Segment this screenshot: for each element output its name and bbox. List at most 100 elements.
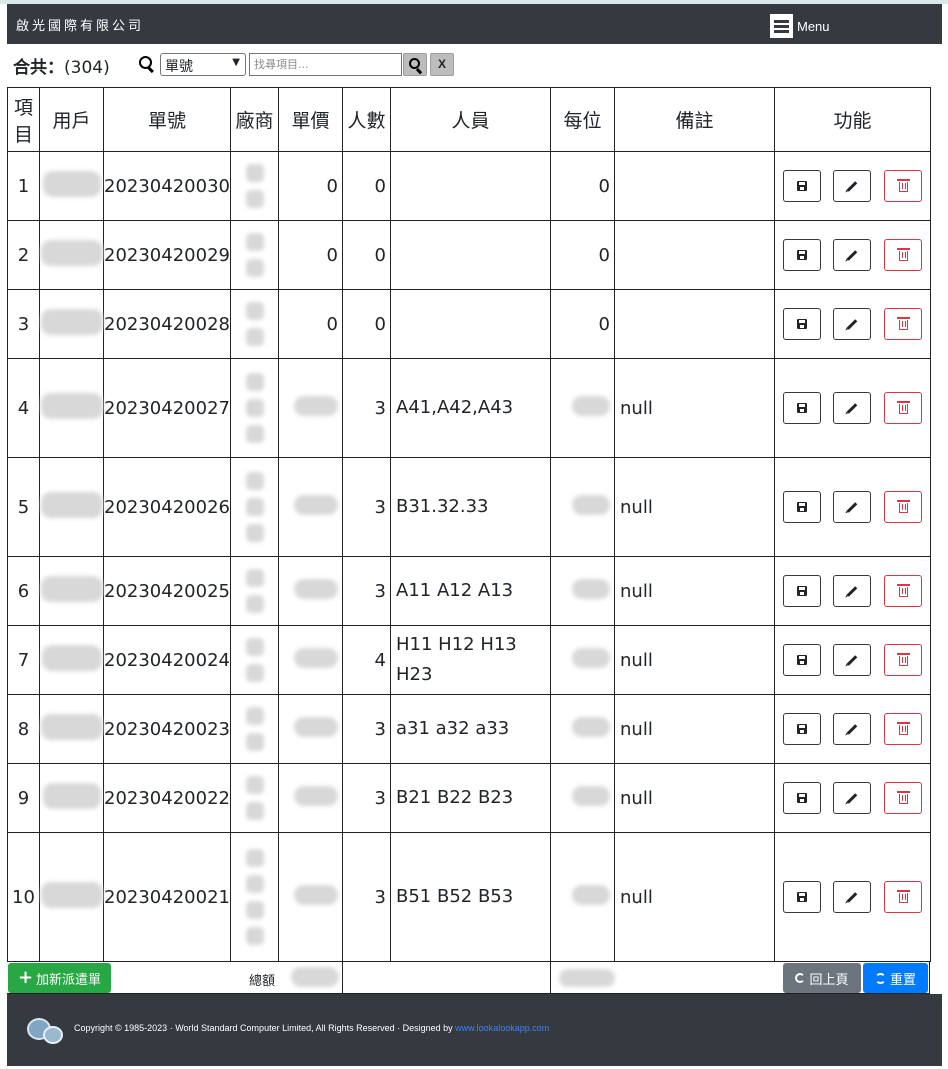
user-redacted bbox=[40, 575, 103, 602]
cell-order: 20230420024 bbox=[103, 625, 231, 695]
delete-button[interactable] bbox=[884, 782, 922, 814]
user-redacted bbox=[40, 308, 103, 335]
edit-button[interactable] bbox=[833, 308, 871, 340]
delete-button[interactable] bbox=[884, 881, 922, 913]
delete-button[interactable] bbox=[884, 575, 922, 607]
save-button[interactable] bbox=[783, 644, 821, 676]
cell-user bbox=[39, 556, 104, 626]
delete-button[interactable] bbox=[884, 308, 922, 340]
save-button[interactable] bbox=[783, 170, 821, 202]
user-redacted bbox=[41, 644, 102, 671]
reset-button[interactable]: 重置 bbox=[863, 963, 928, 993]
trash-icon bbox=[896, 653, 910, 666]
edit-button[interactable] bbox=[833, 881, 871, 913]
cell-user bbox=[39, 358, 104, 458]
back-button[interactable]: 回上頁 bbox=[783, 963, 861, 993]
search-button[interactable] bbox=[403, 53, 427, 76]
delete-button[interactable] bbox=[884, 644, 922, 676]
search-input[interactable] bbox=[249, 53, 402, 76]
cell-count: 3 bbox=[342, 832, 391, 962]
cell-order: 20230420029 bbox=[103, 220, 231, 290]
pencil-icon bbox=[846, 723, 858, 735]
user-redacted bbox=[40, 713, 103, 740]
delete-button[interactable] bbox=[884, 392, 922, 424]
price-redacted bbox=[294, 494, 338, 515]
cell-order: 20230420030 bbox=[103, 151, 231, 221]
refresh-icon bbox=[874, 972, 886, 984]
cell-actions bbox=[774, 220, 931, 290]
toolbar: 合共：(304) 單號 ▼ X bbox=[7, 50, 942, 80]
save-icon bbox=[797, 724, 807, 734]
price-redacted bbox=[294, 647, 338, 668]
user-redacted bbox=[40, 881, 103, 908]
vendor-redacted bbox=[231, 472, 278, 542]
col-header-staff: 人員 bbox=[390, 87, 551, 152]
add-dispatch-button[interactable]: + 加新派遣單 bbox=[8, 963, 111, 993]
trash-icon bbox=[896, 248, 910, 261]
save-button[interactable] bbox=[783, 782, 821, 814]
save-icon bbox=[797, 319, 807, 329]
back-label: 回上頁 bbox=[809, 972, 849, 988]
save-button[interactable] bbox=[783, 575, 821, 607]
cell-note: null bbox=[614, 556, 775, 626]
search-field-select[interactable]: 單號 ▼ bbox=[160, 53, 246, 76]
cell-each bbox=[550, 763, 615, 833]
cell-order: 20230420026 bbox=[103, 457, 231, 557]
cell-order: 20230420023 bbox=[103, 694, 231, 764]
edit-button[interactable] bbox=[833, 491, 871, 523]
clear-search-button[interactable]: X bbox=[430, 53, 454, 76]
cell-each bbox=[550, 832, 615, 962]
brand-title: 啟光國際有限公司 bbox=[16, 19, 145, 34]
save-button[interactable] bbox=[783, 881, 821, 913]
edit-button[interactable] bbox=[833, 575, 871, 607]
cell-vendor bbox=[230, 763, 279, 833]
table-row: 1 20230420030 0 0 0 bbox=[7, 151, 931, 221]
save-button[interactable] bbox=[783, 392, 821, 424]
trash-icon bbox=[896, 722, 910, 735]
edit-button[interactable] bbox=[833, 170, 871, 202]
save-button[interactable] bbox=[783, 239, 821, 271]
cell-each bbox=[550, 625, 615, 695]
sum-each-redacted bbox=[559, 969, 615, 987]
each-redacted bbox=[572, 716, 610, 737]
vendor-redacted bbox=[231, 569, 278, 613]
cell-item: 7 bbox=[7, 625, 40, 695]
pencil-icon bbox=[846, 891, 858, 903]
edit-button[interactable] bbox=[833, 644, 871, 676]
cell-vendor bbox=[230, 625, 279, 695]
delete-button[interactable] bbox=[884, 239, 922, 271]
cell-price bbox=[278, 832, 343, 962]
edit-button[interactable] bbox=[833, 713, 871, 745]
col-header-order: 單號 bbox=[103, 87, 231, 152]
delete-button[interactable] bbox=[884, 713, 922, 745]
pencil-icon bbox=[846, 792, 858, 804]
menu-button[interactable]: Menu bbox=[770, 14, 830, 38]
total-number: (304) bbox=[64, 58, 110, 78]
trash-icon bbox=[896, 401, 910, 414]
edit-button[interactable] bbox=[833, 782, 871, 814]
price-redacted bbox=[294, 395, 338, 416]
delete-button[interactable] bbox=[884, 491, 922, 523]
price-redacted bbox=[294, 716, 338, 737]
cell-count: 3 bbox=[342, 556, 391, 626]
price-value: 0 bbox=[326, 313, 338, 335]
cell-price: 0 bbox=[278, 151, 343, 221]
pencil-icon bbox=[846, 501, 858, 513]
col-header-user: 用戶 bbox=[39, 87, 104, 152]
edit-button[interactable] bbox=[833, 239, 871, 271]
each-redacted bbox=[572, 578, 610, 599]
save-button[interactable] bbox=[783, 713, 821, 745]
cell-staff: B31.32.33 bbox=[390, 457, 551, 557]
each-redacted bbox=[572, 395, 610, 416]
cell-each bbox=[550, 694, 615, 764]
delete-button[interactable] bbox=[884, 170, 922, 202]
table-row: 7 20230420024 4 H11 H12 H13 H23 null bbox=[7, 625, 931, 695]
edit-button[interactable] bbox=[833, 392, 871, 424]
cell-actions bbox=[774, 694, 931, 764]
reset-label: 重置 bbox=[889, 972, 916, 988]
save-icon bbox=[797, 403, 807, 413]
save-button[interactable] bbox=[783, 308, 821, 340]
designer-link[interactable]: www.lookalookapp.com bbox=[455, 1023, 549, 1033]
cell-item: 1 bbox=[7, 151, 40, 221]
save-button[interactable] bbox=[783, 491, 821, 523]
